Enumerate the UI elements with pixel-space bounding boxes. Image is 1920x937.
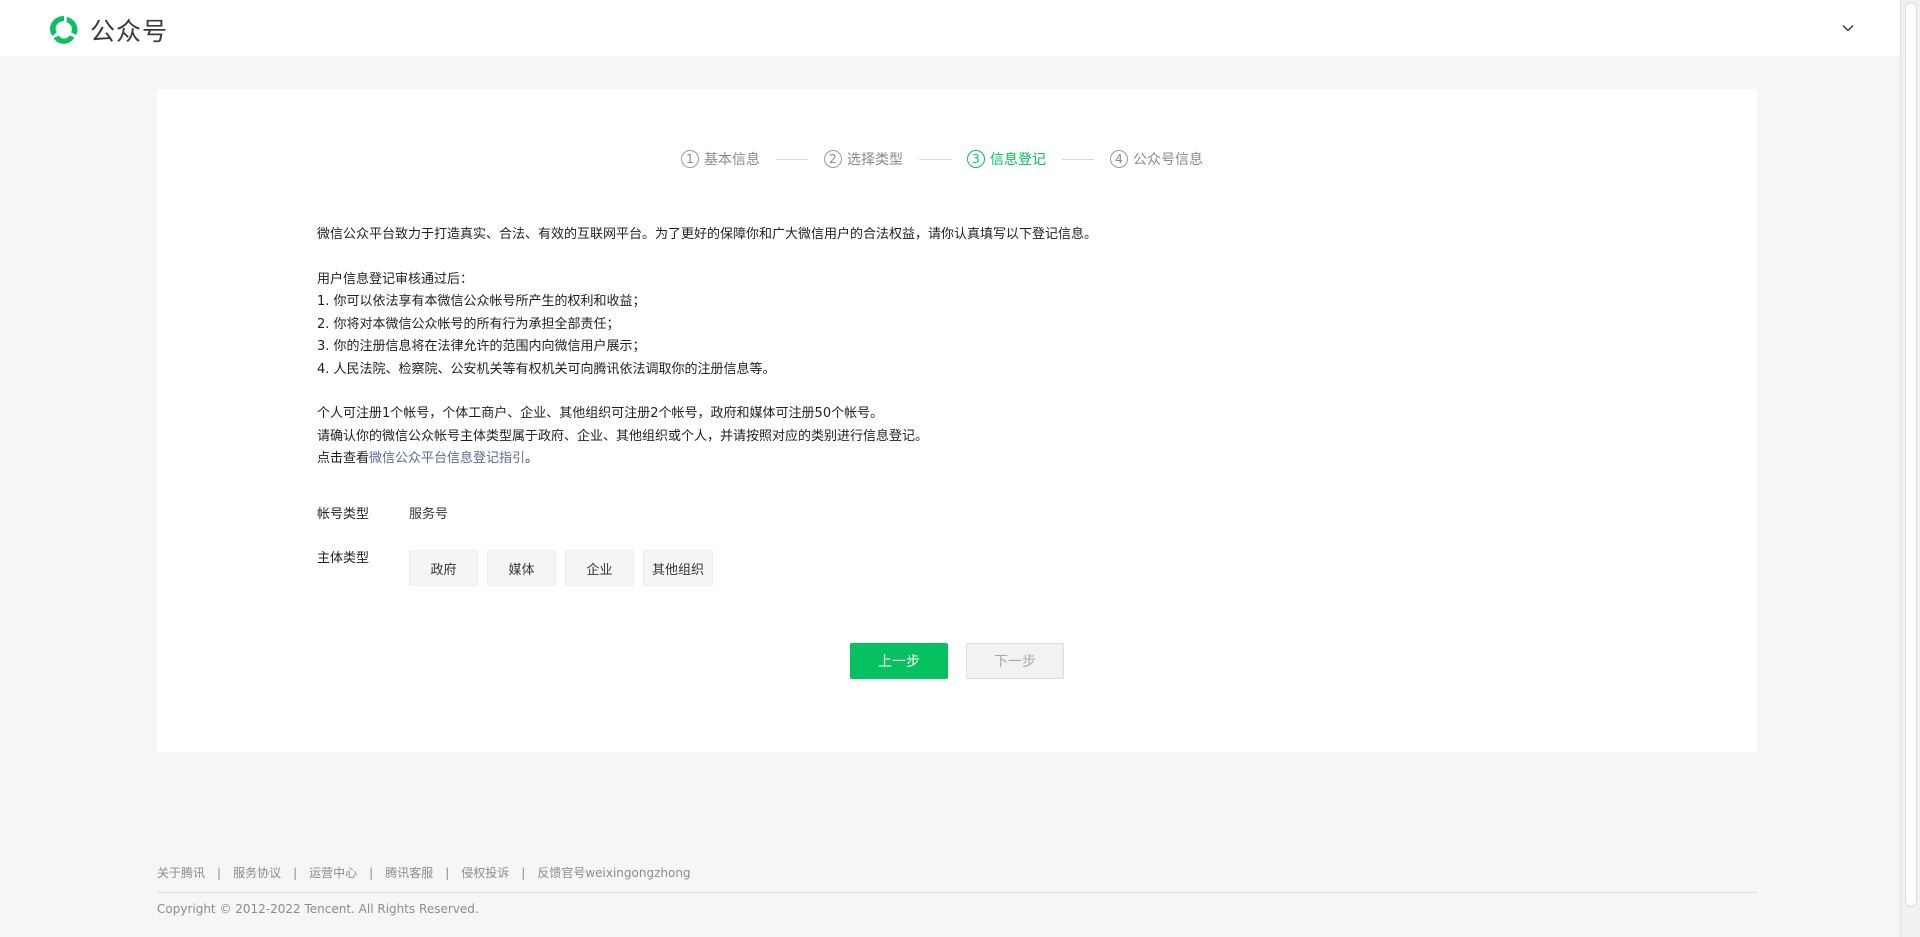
step-number: 4 [1110,150,1128,168]
footer-link-feedback-account[interactable]: 反馈官号weixingongzhong [537,864,690,881]
account-dropdown-toggle[interactable] [1836,16,1860,40]
list-item: 3. 你的注册信息将在法律允许的范围内向微信用户展示； [317,339,646,354]
registration-card: 1 基本信息 2 选择类型 3 信息登记 4 公众号信息 微信公众平台致力于打造… [157,89,1757,752]
footer-link-operation-center[interactable]: 运营中心 [309,864,357,881]
footer-separator: | [217,865,222,880]
subject-type-row: 主体类型 政府 媒体 企业 其他组织 [317,550,722,586]
step-account-info: 4 公众号信息 [1110,149,1203,169]
subject-option-other-organization[interactable]: 其他组织 [643,550,713,586]
list-item: 1. 你可以依法享有本微信公众帐号所产生的权利和收益； [317,294,646,309]
footer-link-service-agreement[interactable]: 服务协议 [233,864,281,881]
wechat-official-account-logo-icon [50,16,78,44]
step-select-type: 2 选择类型 [824,149,903,169]
logo[interactable]: 公众号 [46,12,168,48]
footer-link-infringement-complaint[interactable]: 侵权投诉 [461,864,509,881]
step-divider [776,158,808,160]
step-label: 基本信息 [704,152,760,168]
subject-option-enterprise[interactable]: 企业 [565,550,634,586]
registration-guide-link[interactable]: 微信公众平台信息登记指引 [369,451,525,466]
logo-text: 公众号 [90,17,169,46]
account-type-row: 帐号类型 服务号 [317,506,448,524]
footer-link-customer-service[interactable]: 腾讯客服 [385,864,433,881]
chevron-down-icon [1842,25,1854,32]
account-limits-text: 个人可注册1个帐号，个体工商户、企业、其他组织可注册2个帐号，政府和媒体可注册5… [317,406,884,421]
guide-prefix: 点击查看 [317,451,370,466]
step-basic-info: 1 基本信息 [681,149,760,169]
registration-notice: 微信公众平台致力于打造真实、合法、有效的互联网平台。为了更好的保障你和广大微信用… [317,224,1517,471]
footer-separator: | [293,865,298,880]
list-item: 4. 人民法院、检察院、公安机关等有权机关可向腾讯依法调取你的注册信息等。 [317,361,776,377]
account-type-label: 帐号类型 [317,507,370,522]
subject-type-options: 政府 媒体 企业 其他组织 [409,550,722,586]
step-number: 2 [824,150,842,168]
guide-line: 点击查看微信公众平台信息登记指引。 [317,448,1517,471]
footer-links: 关于腾讯 | 服务协议 | 运营中心 | 腾讯客服 | 侵权投诉 | 反馈官号w… [157,864,691,881]
progress-steps: 1 基本信息 2 选择类型 3 信息登记 4 公众号信息 [157,149,1757,169]
copyright-text: Copyright © 2012-2022 Tencent. All Right… [157,902,479,916]
step-info-registration: 3 信息登记 [967,149,1046,169]
step-divider [919,158,951,160]
subject-option-media[interactable]: 媒体 [487,550,556,586]
step-label: 选择类型 [847,152,903,168]
list-title: 用户信息登记审核通过后： [317,271,474,287]
footer-separator: | [521,865,526,880]
account-type-value: 服务号 [409,507,449,522]
step-divider [1062,158,1094,160]
scrollbar-thumb[interactable] [1905,2,1917,907]
step-label: 信息登记 [990,152,1046,168]
subject-option-government[interactable]: 政府 [409,550,478,586]
top-bar: 公众号 [0,0,1900,56]
footer-divider [157,892,1757,893]
list-item: 2. 你将对本微信公众帐号的所有行为承担全部责任； [317,316,620,332]
footer-separator: | [369,865,374,880]
guide-suffix: 。 [525,451,539,466]
subject-type-label: 主体类型 [317,551,370,566]
page-scrollbar[interactable] [1900,0,1920,937]
footer-link-about-tencent[interactable]: 关于腾讯 [157,864,205,881]
intro-text: 微信公众平台致力于打造真实、合法、有效的互联网平台。为了更好的保障你和广大微信用… [317,227,1098,242]
next-step-button[interactable]: 下一步 [966,643,1064,679]
step-number: 3 [967,150,985,168]
confirm-type-text: 请确认你的微信公众帐号主体类型属于政府、企业、其他组织或个人，并请按照对应的类别… [317,428,929,444]
step-label: 公众号信息 [1133,152,1203,168]
step-number: 1 [681,150,699,168]
footer-separator: | [445,865,450,880]
previous-step-button[interactable]: 上一步 [850,643,948,679]
